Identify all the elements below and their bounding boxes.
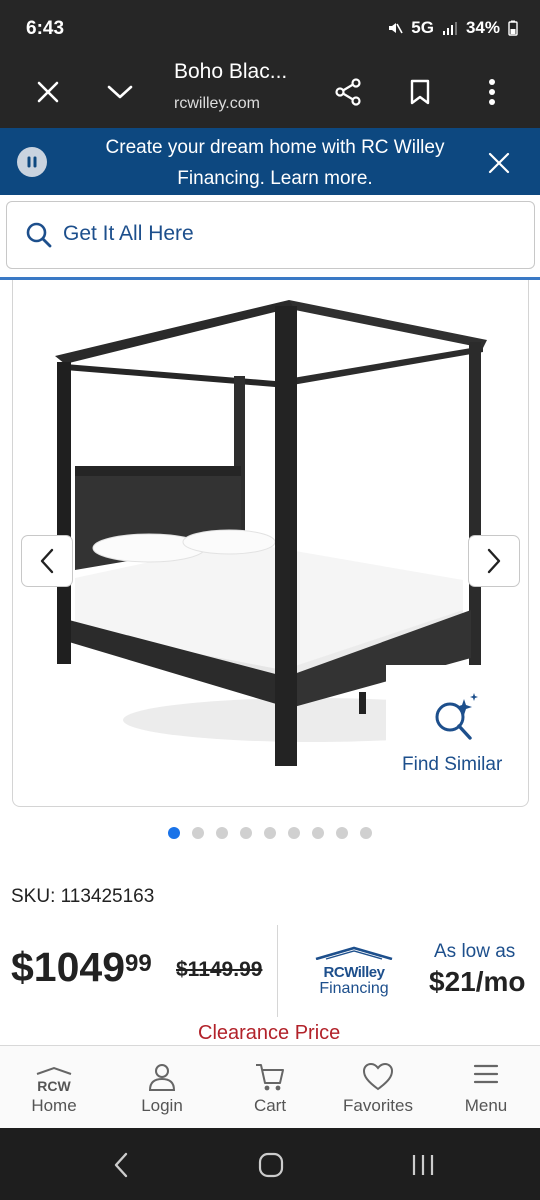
minimize-button[interactable] (98, 70, 142, 114)
hamburger-menu-icon (473, 1064, 499, 1084)
nav-cart-label: Cart (253, 1096, 287, 1115)
pagination-dot[interactable] (216, 827, 228, 839)
share-icon (335, 78, 361, 106)
battery-level: 34% (465, 18, 500, 37)
rcw-home-icon: RCW (0, 1062, 108, 1094)
search-placeholder: Get It All Here (63, 222, 194, 245)
pagination-dot[interactable] (312, 827, 324, 839)
browser-toolbar: Boho Blac... rcwilley.com (0, 58, 540, 128)
nav-menu-label: Menu (464, 1096, 508, 1115)
close-tab-button[interactable] (26, 70, 70, 114)
page-title: Boho Blac... (174, 60, 288, 83)
rcwilley-financing-logo[interactable]: RCWilley Financing (312, 946, 396, 998)
recent-apps-icon[interactable] (410, 1153, 436, 1177)
next-image-button[interactable] (468, 535, 520, 587)
financing-label: Financing (319, 980, 389, 997)
search-icon (26, 222, 52, 248)
previous-image-button[interactable] (21, 535, 73, 587)
back-icon[interactable] (113, 1152, 129, 1178)
financing-banner[interactable]: Create your dream home with RC Willey Fi… (0, 128, 540, 195)
nav-login-label: Login (141, 1096, 183, 1115)
home-button-icon[interactable] (258, 1152, 284, 1178)
battery-icon (508, 20, 518, 36)
pagination-dot[interactable] (264, 827, 276, 839)
price-dollars: $1049 (11, 944, 126, 990)
nav-cart[interactable]: Cart (216, 1046, 324, 1129)
as-low-as-label: As low as (434, 941, 516, 962)
user-icon (148, 1064, 176, 1091)
product-sku: SKU: 113425163 (11, 886, 155, 907)
pagination-dot[interactable] (336, 827, 348, 839)
nav-favorites[interactable]: Favorites (324, 1046, 432, 1129)
more-options-button[interactable] (470, 70, 514, 114)
nav-login[interactable]: Login (108, 1046, 216, 1129)
search-input[interactable]: Get It All Here (6, 201, 535, 269)
chevron-right-icon (487, 548, 501, 574)
page-url: rcwilley.com (174, 95, 260, 112)
current-price: $104999 (11, 944, 152, 991)
pagination-dot[interactable] (192, 827, 204, 839)
pagination-dot[interactable] (240, 827, 252, 839)
banner-text[interactable]: Create your dream home with RC Willey Fi… (70, 132, 480, 194)
bookmark-button[interactable] (398, 70, 442, 114)
clearance-label: Clearance Price (198, 1022, 341, 1044)
financing-brand: RCWilley (323, 964, 385, 981)
home-logo-text: RCW (37, 1078, 71, 1094)
chevron-left-icon (40, 548, 54, 574)
chevron-down-icon (107, 85, 133, 99)
price-cents: 99 (125, 950, 152, 977)
more-vertical-icon (489, 79, 495, 105)
monthly-payment[interactable]: $21/mo (429, 966, 526, 998)
close-banner-icon[interactable] (488, 152, 510, 174)
mute-icon (389, 23, 403, 34)
original-price: $1149.99 (176, 958, 263, 981)
house-roof-icon (315, 946, 393, 961)
pagination-dot[interactable] (168, 827, 180, 839)
nav-home-label: Home (31, 1096, 77, 1115)
nav-home[interactable]: RCW Home (0, 1046, 108, 1129)
cart-icon (256, 1064, 284, 1091)
status-indicators: 5G 34% (387, 18, 518, 38)
bottom-navigation: RCW Home Login Cart Favorites Menu (0, 1045, 540, 1129)
find-similar-label: Find Similar (402, 754, 503, 775)
sparkle-search-icon (435, 693, 478, 740)
status-time: 6:43 (26, 18, 65, 39)
pagination-dot[interactable] (288, 827, 300, 839)
status-bar: 6:43 5G 34% (0, 0, 540, 58)
bookmark-icon (410, 79, 430, 105)
pause-icon[interactable] (17, 147, 47, 177)
nav-menu[interactable]: Menu (432, 1046, 540, 1129)
system-navigation-bar (0, 1128, 540, 1200)
signal-icon (442, 22, 457, 35)
network-label: 5G (411, 18, 434, 37)
heart-icon (362, 1062, 394, 1091)
close-icon (37, 81, 59, 103)
share-button[interactable] (326, 70, 370, 114)
carousel-pagination (168, 827, 372, 839)
price-divider (277, 925, 278, 1017)
nav-favorites-label: Favorites (343, 1096, 413, 1115)
find-similar-button[interactable]: Find Similar (386, 665, 527, 785)
pagination-dot[interactable] (360, 827, 372, 839)
